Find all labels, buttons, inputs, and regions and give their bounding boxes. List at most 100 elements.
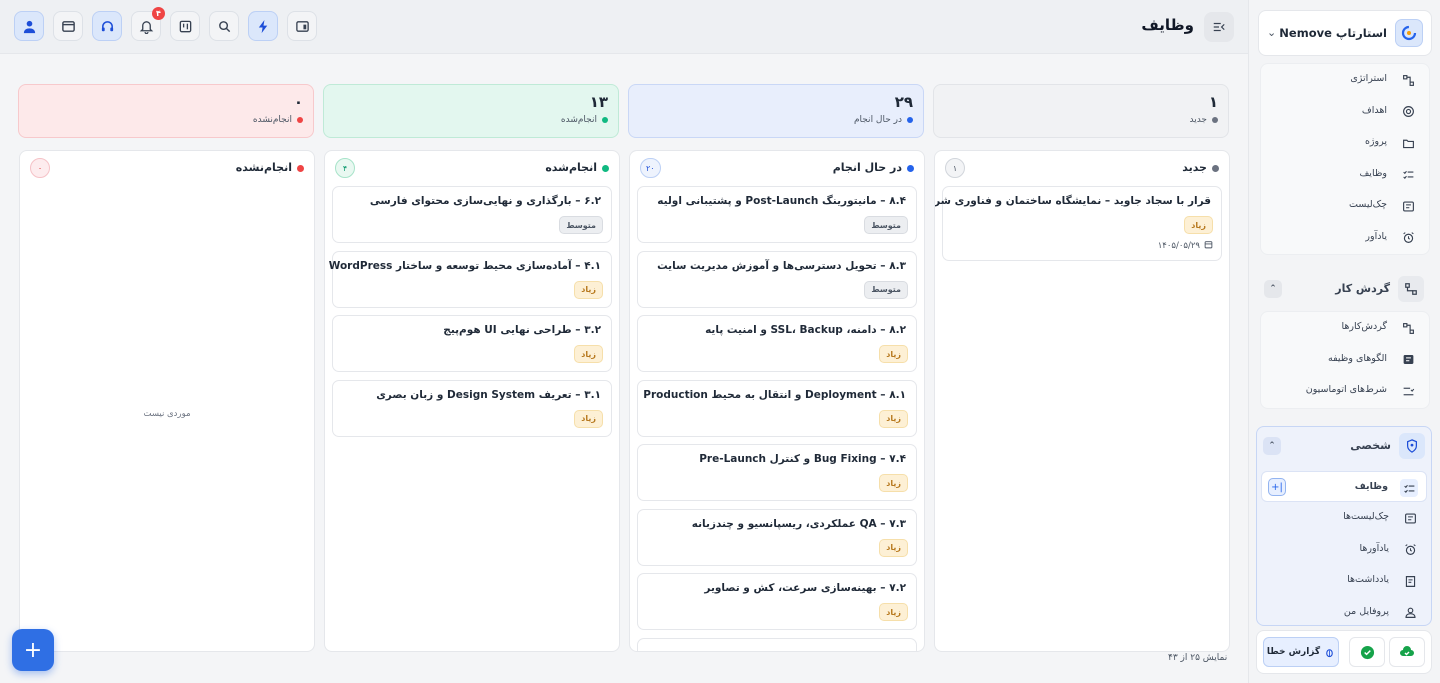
- sidebar-item-tasks[interactable]: وظایف |+: [1261, 471, 1427, 502]
- task-card[interactable]: [637, 637, 917, 651]
- task-title: ۷.۳ – QA عملکردی، ریسپانسیو و چندزبانه: [691, 517, 906, 530]
- personal-section-header[interactable]: شخصی ⌃: [1257, 430, 1431, 462]
- kanban-column: در حال انجام ۲۰ ۸.۴ – مانیتورینگ Post-Laun…: [629, 150, 925, 652]
- sidebar-item-tasks[interactable]: وظایف: [1261, 159, 1429, 191]
- workflow-section-header[interactable]: گردش کار ⌃: [1258, 273, 1430, 305]
- task-title: ۴.۱ – آماده‌سازی محیط توسعه و ساختار Wor…: [328, 259, 601, 272]
- add-task-button[interactable]: +: [12, 629, 54, 671]
- stat-label: انجام‌نشده: [253, 115, 303, 125]
- sidebar-item-note[interactable]: یادداشت‌ها: [1257, 565, 1431, 597]
- task-title: ۳.۱ – تعریف Design System و زبان بصری: [376, 388, 601, 401]
- sidebar-item-label: چک‌لیست: [1349, 199, 1387, 210]
- task-title: قرار با سجاد جاوید – نمایشگاه ساختمان و …: [934, 195, 1211, 207]
- quick-action-button[interactable]: [248, 11, 278, 41]
- alarm-icon: [1401, 231, 1415, 245]
- task-card[interactable]: ۷.۲ – بهینه‌سازی سرعت، کش و تصاویر زیاد: [637, 573, 917, 630]
- cloud-check-icon: [1400, 646, 1414, 656]
- sidebar-item-checklist[interactable]: چک‌لیست‌ها: [1257, 502, 1431, 534]
- top-bar: ۴ وظایف: [0, 0, 1248, 54]
- status-check-button[interactable]: [1349, 637, 1385, 667]
- fullscreen-button[interactable]: [287, 11, 317, 41]
- sidebar-item-alarm[interactable]: یادآور: [1261, 222, 1429, 254]
- workflow-icon: [1398, 276, 1424, 302]
- profile-button[interactable]: [14, 11, 44, 41]
- window-button[interactable]: [53, 11, 83, 41]
- task-card[interactable]: ۷.۳ – QA عملکردی، ریسپانسیو و چندزبانه زی…: [637, 508, 917, 566]
- stat-label: در حال انجام: [854, 115, 913, 125]
- empty-state-text: موردی نیست: [143, 409, 191, 419]
- sidebar-item-label: یادآورها: [1359, 542, 1390, 554]
- search-icon: [218, 20, 230, 32]
- notification-count-badge: ۴: [152, 7, 165, 20]
- add-personal-task-button[interactable]: |+: [1268, 478, 1286, 496]
- strategy-icon: [1401, 73, 1415, 87]
- report-error-button[interactable]: گزارش خطا: [1263, 637, 1339, 667]
- task-card[interactable]: قرار با سجاد جاوید – نمایشگاه ساختمان و …: [935, 186, 1222, 261]
- task-card[interactable]: ۸.۴ – مانیتورینگ Post-Launch و پشتیبانی …: [637, 186, 917, 243]
- status-dot: [602, 117, 608, 123]
- task-card[interactable]: ۸.۳ – تحویل دسترسی‌ها و آموزش مدیریت سای…: [637, 250, 917, 308]
- sidebar-item-checklist[interactable]: چک‌لیست: [1261, 190, 1429, 222]
- status-dot: [1212, 165, 1219, 172]
- priority-badge: متوسط: [864, 280, 908, 299]
- task-card[interactable]: ۴.۱ – آماده‌سازی محیط توسعه و ساختار Wor…: [328, 250, 612, 308]
- sidebar-item-label: یادآور: [1365, 230, 1387, 242]
- task-title: ۸.۳ – تحویل دسترسی‌ها و آموزش مدیریت سای…: [657, 259, 906, 272]
- stat-card: ۰ انجام‌نشده: [18, 84, 314, 138]
- task-card[interactable]: ۳.۱ – تعریف Design System و زبان بصری زیا…: [332, 379, 612, 437]
- priority-badge: زیاد: [574, 409, 603, 428]
- sidebar-item-workflow[interactable]: گردش‌کارها: [1261, 312, 1429, 344]
- board-button[interactable]: [170, 11, 200, 41]
- sidebar-item-user[interactable]: پروفایل من: [1257, 597, 1431, 626]
- personal-menu: وظایف |+ چک‌لیست‌ها یادآورها یادداشت‌ها پروفا…: [1257, 471, 1431, 626]
- sidebar-item-template[interactable]: الگوهای وظیفه: [1261, 344, 1429, 376]
- task-card[interactable]: ۷.۴ – Bug Fixing و کنترل Pre-Launch زیاد: [637, 444, 917, 501]
- task-card[interactable]: ۸.۱ – Deployment و انتقال به محیط Produc…: [637, 379, 917, 437]
- kanban-column: انجام‌نشده ۰ موردی نیست: [19, 150, 315, 652]
- priority-badge: زیاد: [879, 345, 908, 363]
- sidebar-item-label: پروفایل من: [1343, 605, 1389, 617]
- task-title: ۶.۲ – بارگذاری و نهایی‌سازی محتوای فارسی: [369, 195, 601, 207]
- column-header: جدید ۱: [935, 151, 1229, 185]
- org-switcher[interactable]: استارتاپ Nemove ⌄: [1258, 10, 1432, 56]
- sidebar-toggle-button[interactable]: [1204, 12, 1234, 42]
- task-card[interactable]: ۳.۲ – طراحی نهایی UI هوم‌پیج زیاد: [332, 315, 612, 372]
- chevron-down-icon: ⌄: [1267, 26, 1277, 39]
- sidebar-item-folder[interactable]: پروژه: [1261, 127, 1429, 159]
- priority-badge: زیاد: [574, 280, 603, 299]
- chevron-up-icon[interactable]: ⌃: [1263, 437, 1281, 455]
- alarm-icon: [1403, 543, 1417, 557]
- column-header: در حال انجام ۲۰: [630, 151, 924, 185]
- column-count-badge: ۲۰: [640, 158, 661, 178]
- notifications-button[interactable]: ۴: [131, 7, 165, 41]
- note-icon: [1403, 574, 1417, 588]
- sidebar-item-strategy[interactable]: استراتژی: [1261, 64, 1429, 96]
- sidebar-item-alarm[interactable]: یادآورها: [1257, 534, 1431, 566]
- panel-icon: [295, 20, 309, 32]
- task-title: ۷.۴ – Bug Fixing و کنترل Pre-Launch: [699, 453, 906, 465]
- task-card[interactable]: ۸.۲ – دامنه، SSL، Backup و امنیت پایه زیا…: [637, 315, 917, 372]
- stat-label-text: جدید: [1189, 115, 1207, 125]
- task-card[interactable]: ۶.۲ – بارگذاری و نهایی‌سازی محتوای فارسی…: [332, 186, 612, 243]
- page-title: وظایف: [1141, 16, 1194, 34]
- support-button[interactable]: [92, 11, 122, 41]
- workflow-icon: [1401, 321, 1415, 335]
- task-title: ۳.۲ – طراحی نهایی UI هوم‌پیج: [443, 324, 601, 336]
- sidebar-item-automation[interactable]: شرط‌های اتوماسیون: [1261, 375, 1429, 407]
- window-icon: [61, 20, 75, 32]
- headset-icon: [101, 20, 113, 31]
- status-dot: [1212, 117, 1218, 123]
- folder-icon: [1401, 136, 1415, 150]
- personal-badge-icon: [1399, 433, 1425, 459]
- sidebar-item-target[interactable]: اهداف: [1261, 96, 1429, 128]
- sidebar-item-label: گردش‌کارها: [1341, 321, 1387, 332]
- priority-badge: متوسط: [864, 216, 908, 234]
- status-dot: [907, 117, 913, 123]
- priority-badge: زیاد: [879, 538, 908, 557]
- user-icon: [23, 20, 35, 33]
- automation-icon: [1401, 384, 1415, 398]
- chevron-up-icon[interactable]: ⌃: [1264, 280, 1282, 298]
- search-button[interactable]: [209, 11, 239, 41]
- toolbar-icons: ۴: [14, 7, 317, 41]
- done-cloud-button[interactable]: [1389, 637, 1425, 667]
